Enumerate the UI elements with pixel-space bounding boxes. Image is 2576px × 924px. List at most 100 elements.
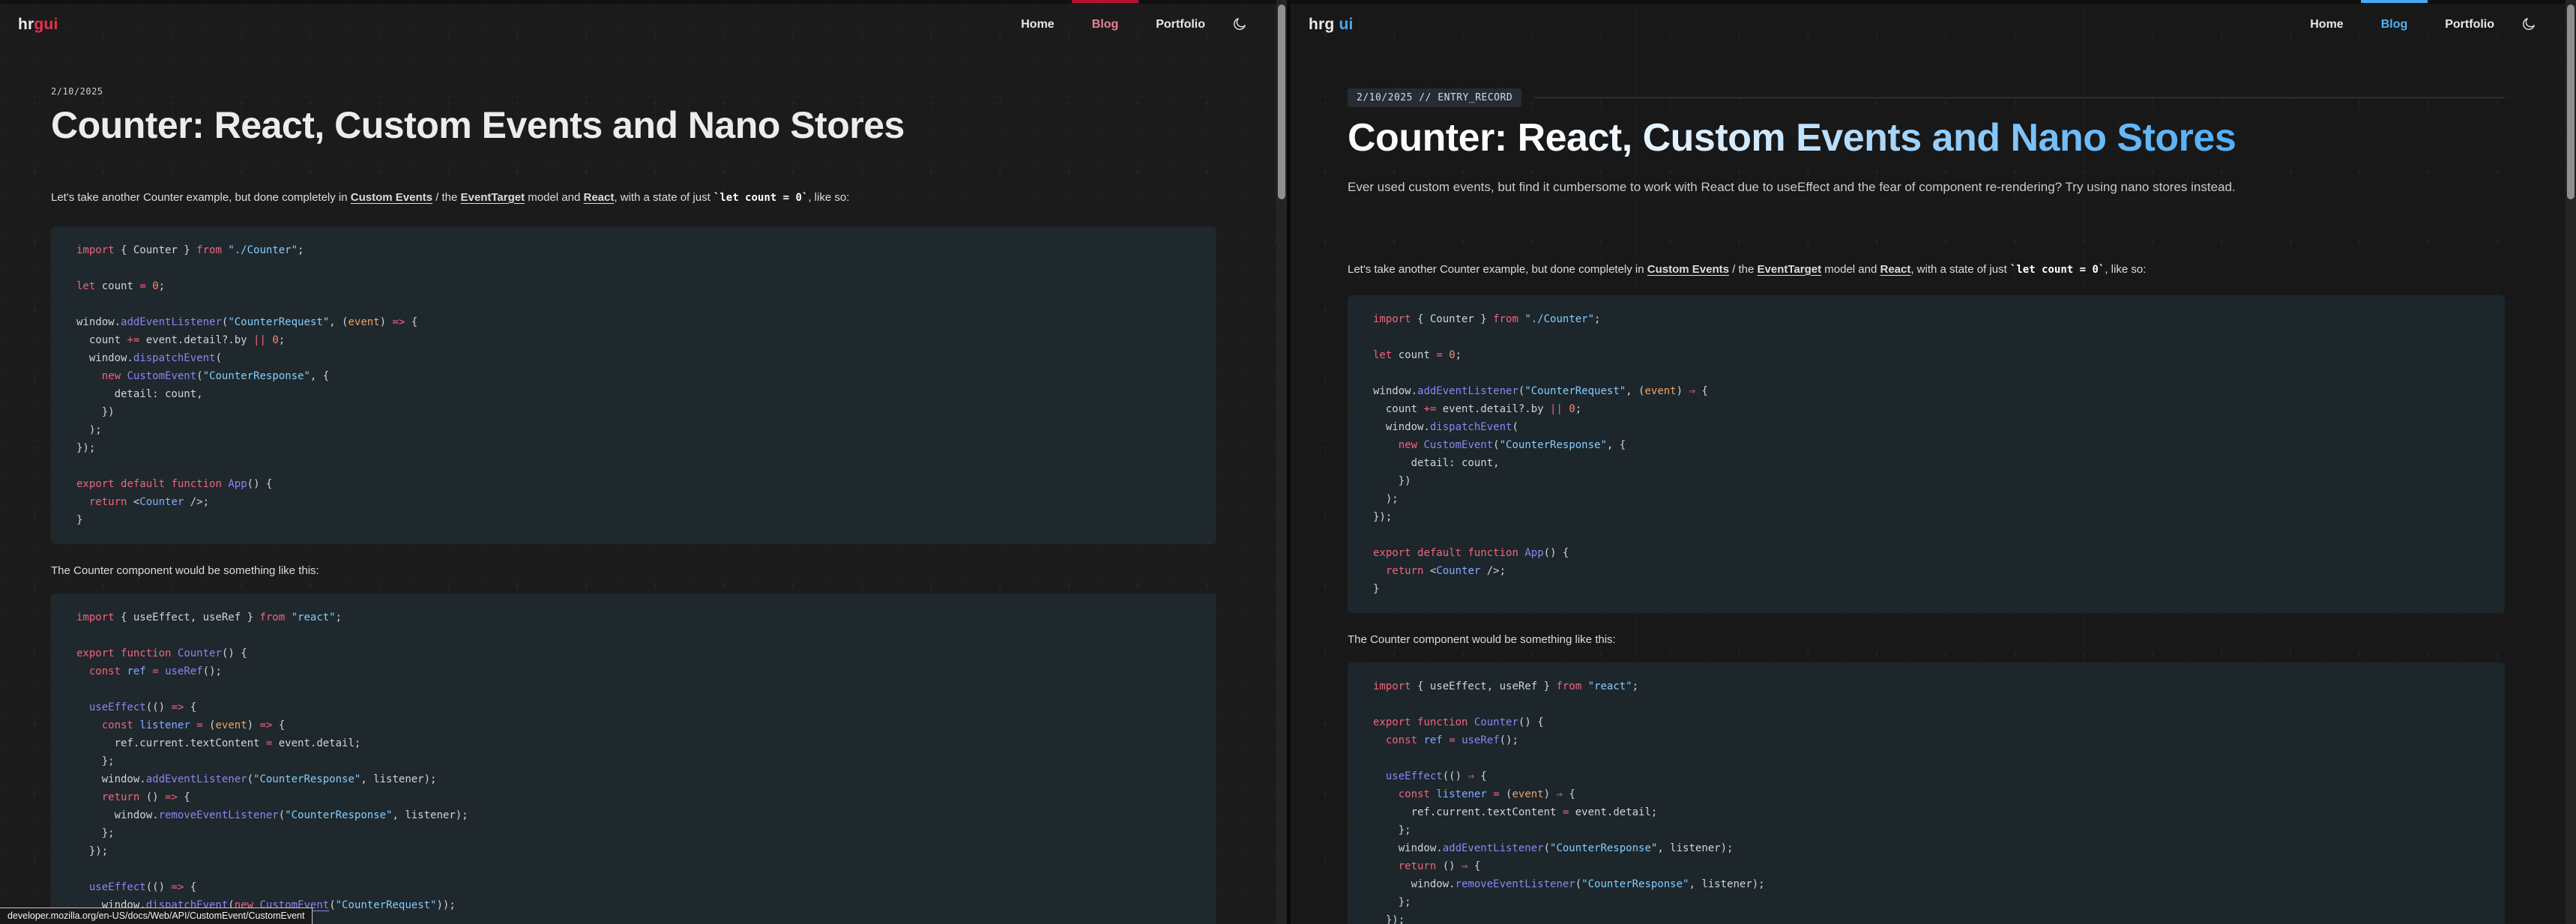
code-line (76, 457, 1191, 475)
scrollbar[interactable] (1276, 0, 1287, 924)
code-line (1373, 749, 2479, 767)
code-line (76, 259, 1191, 277)
code-line (1373, 364, 2479, 382)
moon-icon (2521, 16, 2536, 34)
code-line: const ref = useRef(); (76, 662, 1191, 680)
code-line: ref.current.textContent = event.detail; (76, 734, 1191, 752)
site-logo[interactable]: hrgui (18, 0, 58, 49)
logo-accent-text: gui (34, 16, 58, 34)
code-line (1373, 695, 2479, 713)
inline-code: `let count = 0` (714, 192, 808, 204)
code-line: ); (76, 421, 1191, 439)
scrollbar-thumb[interactable] (2567, 4, 2575, 199)
text-span: model and (525, 191, 583, 204)
code-line: }; (1373, 893, 2479, 911)
text-span: / the (1729, 263, 1758, 276)
text-link[interactable]: EventTarget (1758, 263, 1822, 276)
code-line: const listener = (event) ⇒ { (1373, 785, 2479, 803)
post-meta-row: 2/10/2025 // ENTRY_RECORD (1348, 88, 2505, 107)
text-span: , like so: (808, 191, 849, 204)
scrollbar-thumb[interactable] (1278, 4, 1285, 199)
active-tab-indicator (1072, 0, 1139, 3)
code-line: new CustomEvent("CounterResponse", { (76, 367, 1191, 385)
code-line: }); (1373, 911, 2479, 924)
text-link[interactable]: React (1880, 263, 1910, 276)
code-line: return <Counter />; (1373, 562, 2479, 580)
code-line: new CustomEvent("CounterResponse", { (1373, 436, 2479, 454)
text-span: Let's take another Counter example, but … (51, 191, 351, 204)
nav-item-home[interactable]: Home (1021, 0, 1054, 49)
text-link[interactable]: Custom Events (351, 191, 432, 204)
site-logo[interactable]: hrg ui (1309, 0, 1354, 49)
post-subtitle: Ever used custom events, but find it cum… (1348, 178, 2505, 196)
code-line: export default function App() { (1373, 544, 2479, 562)
article: 2/10/2025 // ENTRY_RECORD Counter: React… (1348, 49, 2505, 924)
code-block-counter: import { useEffect, useRef } from "react… (1348, 662, 2505, 924)
nav-item-home[interactable]: Home (2310, 0, 2343, 49)
text-span: model and (1821, 263, 1880, 276)
code-line: }) (76, 403, 1191, 421)
theme-toggle-button[interactable] (2521, 0, 2536, 49)
code-line: const ref = useRef(); (1373, 731, 2479, 749)
code-line: let count = 0; (1373, 346, 2479, 364)
nav-item-blog[interactable]: Blog (1092, 0, 1119, 49)
link-status-bar: developer.mozilla.org/en-US/docs/Web/API… (0, 908, 313, 924)
text-link[interactable]: EventTarget (461, 191, 525, 204)
code-line: detail: count, (76, 385, 1191, 403)
code-line: count += event.detail?.by || 0; (1373, 400, 2479, 418)
active-tab-indicator (2361, 0, 2428, 3)
nav-links: Home Blog Portfolio (1021, 0, 1205, 49)
code-line: }; (1373, 821, 2479, 839)
intro-paragraph: Let's take another Counter example, but … (1348, 262, 2505, 277)
theme-toggle-button[interactable] (1232, 0, 1247, 49)
code-line: window.removeEventListener("CounterRespo… (76, 806, 1191, 824)
meta-divider-line (1535, 97, 2505, 98)
inline-code: `let count = 0` (2010, 264, 2105, 276)
nav-item-blog[interactable]: Blog (2381, 0, 2408, 49)
logo-text: hr (18, 16, 34, 34)
text-link[interactable]: React (583, 191, 614, 204)
code-line: import { useEffect, useRef } from "react… (1373, 677, 2479, 695)
code-line (1373, 328, 2479, 346)
logo-text: hrg (1309, 16, 1334, 34)
scrollbar[interactable] (2566, 0, 2576, 924)
code-line: window.dispatchEvent( (76, 349, 1191, 367)
code-line: export function Counter() { (1373, 713, 2479, 731)
code-line: useEffect(() ⇒ { (1373, 767, 2479, 785)
code-line: return <Counter />; (76, 493, 1191, 511)
code-line (76, 860, 1191, 878)
post-title: Counter: React, Custom Events and Nano S… (1348, 118, 2505, 159)
code-line: window.addEventListener("CounterResponse… (1373, 839, 2479, 857)
code-line: import { Counter } from "./Counter"; (76, 241, 1191, 259)
code-line: import { useEffect, useRef } from "react… (76, 609, 1191, 626)
text-span: Let's take another Counter example, but … (1348, 263, 1647, 276)
text-link[interactable]: Custom Events (1647, 263, 1729, 276)
code-line: window.addEventListener("CounterRequest"… (76, 313, 1191, 331)
code-line: window.addEventListener("CounterRequest"… (1373, 382, 2479, 400)
code-line: ); (1373, 490, 2479, 508)
text-span: , with a state of just (1910, 263, 2010, 276)
navbar: hrgui Home Blog Portfolio (0, 0, 1276, 49)
window-new-blog: hrg ui Home Blog Portfolio 2/10/2025 // EN… (1291, 0, 2576, 924)
nav-item-portfolio[interactable]: Portfolio (2445, 0, 2494, 49)
code-line: window.removeEventListener("CounterRespo… (1373, 875, 2479, 893)
code-line: }) (1373, 472, 2479, 490)
code-line: let count = 0; (76, 277, 1191, 295)
post-title: Counter: React, Custom Events and Nano S… (51, 106, 1216, 145)
code-line: return () => { (76, 788, 1191, 806)
counter-component-paragraph: The Counter component would be something… (51, 564, 1216, 579)
code-line: window.addEventListener("CounterResponse… (76, 770, 1191, 788)
nav-item-portfolio[interactable]: Portfolio (1156, 0, 1205, 49)
navbar: hrg ui Home Blog Portfolio (1291, 0, 2566, 49)
code-line: } (76, 511, 1191, 529)
code-line (76, 626, 1191, 644)
code-line: const listener = (event) => { (76, 716, 1191, 734)
text-span: , with a state of just (614, 191, 714, 204)
counter-component-paragraph: The Counter component would be something… (1348, 632, 2505, 647)
nav-links: Home Blog Portfolio (2310, 0, 2494, 49)
code-line: }; (76, 824, 1191, 842)
code-line (1373, 526, 2479, 544)
window-old-blog: hrgui HomeBlogPortfolio 2/10/2025 Counte… (0, 0, 1287, 924)
code-line: useEffect(() => { (76, 878, 1191, 896)
code-line: export default function App() { (76, 475, 1191, 493)
